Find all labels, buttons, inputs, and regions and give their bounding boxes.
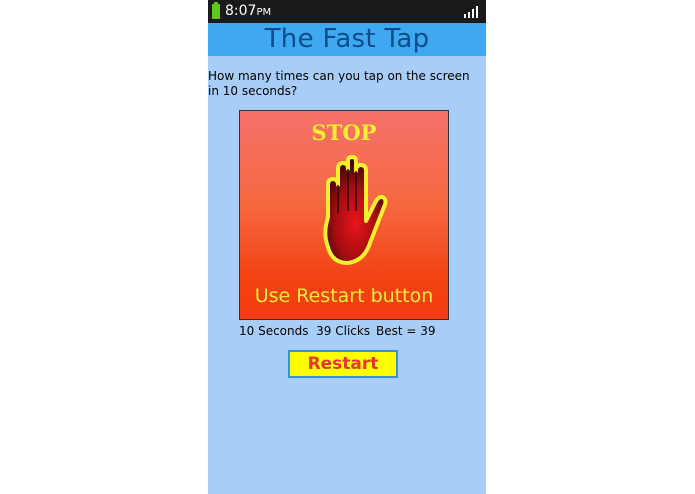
stats-row: 10 Seconds 39 Clicks Best = 39 [239, 324, 459, 339]
restart-button[interactable]: Restart [288, 350, 398, 378]
tap-area[interactable]: STOP Use Restart button [239, 110, 449, 320]
app-title: The Fast Tap [264, 24, 430, 54]
title-bar: The Fast Tap [208, 23, 486, 56]
seconds-count: 10 Seconds [239, 324, 309, 338]
status-time-ampm: PM [256, 7, 272, 18]
question-text: How many times can you tap on the screen… [208, 69, 470, 98]
restart-hint: Use Restart button [254, 285, 434, 307]
battery-icon [212, 2, 220, 19]
stop-label: STOP [311, 120, 377, 145]
status-time: 8:07PM [225, 3, 271, 21]
status-bar: 8:07PM [208, 0, 486, 23]
signal-icon [464, 6, 478, 18]
phone-screen: 8:07PM The Fast Tap How many times can y… [208, 0, 486, 494]
hand-stop-icon [323, 155, 388, 265]
status-time-value: 8:07 [225, 3, 257, 19]
clicks-count: 39 Clicks [316, 324, 371, 338]
best-score: Best = 39 [376, 324, 436, 338]
